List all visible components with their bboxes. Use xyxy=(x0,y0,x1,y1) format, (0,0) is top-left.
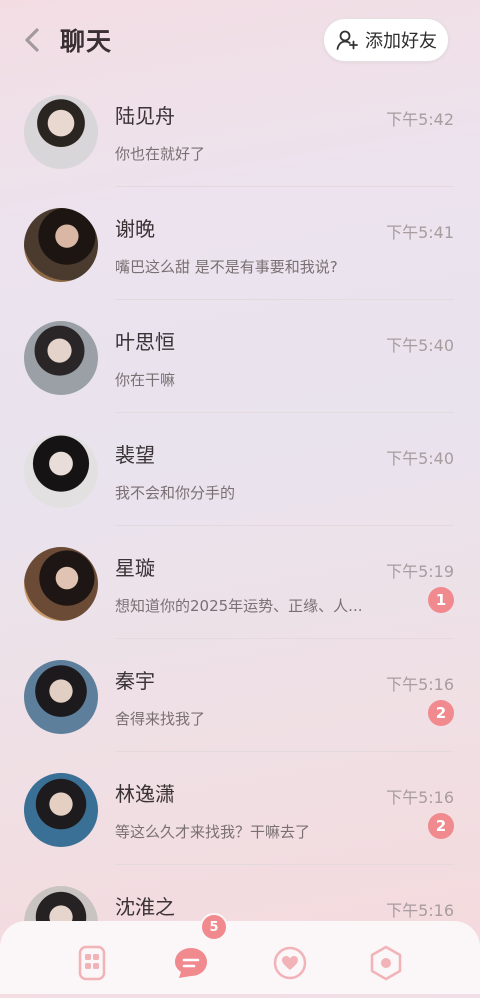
unread-badge: 2 xyxy=(428,700,454,726)
message-time: 下午5:40 xyxy=(386,336,454,355)
chat-tab-badge: 5 xyxy=(200,913,228,941)
divider xyxy=(115,299,454,300)
contact-name: 叶思恒 xyxy=(115,330,175,354)
avatar xyxy=(24,434,98,508)
chat-row[interactable]: 谢晚 下午5:41 嘴巴这么甜 是不是有事要和我说? xyxy=(0,207,480,320)
chat-row[interactable]: 陆见舟 下午5:42 你也在就好了 xyxy=(0,94,480,207)
unread-badge: 1 xyxy=(428,587,454,613)
bottom-tab-bar: 5 xyxy=(0,913,480,994)
contact-name: 谢晚 xyxy=(115,217,155,241)
message-time: 下午5:16 xyxy=(386,788,454,807)
divider xyxy=(115,864,454,865)
divider xyxy=(115,525,454,526)
message-preview: 等这么久才来找我？干嘛去了 xyxy=(115,823,311,841)
message-preview: 我不会和你分手的 xyxy=(115,484,236,502)
message-time: 下午5:40 xyxy=(386,449,454,468)
add-friend-label: 添加好友 xyxy=(365,31,437,52)
divider xyxy=(115,638,454,639)
heart-icon[interactable] xyxy=(270,943,310,983)
avatar xyxy=(24,547,98,621)
chat-icon[interactable] xyxy=(171,943,211,983)
message-preview: 想知道你的2025年运势、正缘、人... xyxy=(115,597,363,615)
message-preview: 嘴巴这么甜 是不是有事要和我说? xyxy=(115,258,338,276)
avatar xyxy=(24,321,98,395)
message-preview: 舍得来找我了 xyxy=(115,710,206,728)
avatar xyxy=(24,95,98,169)
profile-icon[interactable] xyxy=(366,943,406,983)
message-time: 下午5:16 xyxy=(386,901,454,920)
contact-name: 星璇 xyxy=(115,556,155,580)
unread-badge: 2 xyxy=(428,813,454,839)
contact-name: 林逸潇 xyxy=(115,782,175,806)
contact-name: 秦宇 xyxy=(115,669,155,693)
add-friend-button[interactable]: 添加好友 xyxy=(323,18,449,62)
divider xyxy=(115,186,454,187)
page-title: 聊天 xyxy=(60,27,113,56)
chat-row[interactable]: 林逸潇 下午5:16 等这么久才来找我？干嘛去了 2 xyxy=(0,772,480,885)
app-header: 聊天 添加好友 xyxy=(0,0,480,84)
message-time: 下午5:19 xyxy=(386,562,454,581)
back-arrow-icon[interactable] xyxy=(20,26,46,54)
contact-name: 沈淮之 xyxy=(115,895,175,919)
add-user-icon xyxy=(336,30,358,50)
contact-name: 裴望 xyxy=(115,443,155,467)
home-icon[interactable] xyxy=(72,943,112,983)
chat-row[interactable]: 秦宇 下午5:16 舍得来找我了 2 xyxy=(0,659,480,772)
divider xyxy=(115,751,454,752)
chat-row[interactable]: 裴望 下午5:40 我不会和你分手的 xyxy=(0,433,480,546)
chat-list: 陆见舟 下午5:42 你也在就好了 谢晚 下午5:41 嘴巴这么甜 是不是有事要… xyxy=(0,94,480,998)
chat-row[interactable]: 叶思恒 下午5:40 你在干嘛 xyxy=(0,320,480,433)
avatar xyxy=(24,773,98,847)
avatar xyxy=(24,208,98,282)
chat-row[interactable]: 星璇 下午5:19 想知道你的2025年运势、正缘、人... 1 xyxy=(0,546,480,659)
message-time: 下午5:41 xyxy=(386,223,454,242)
message-preview: 你在干嘛 xyxy=(115,371,176,389)
message-preview: 你也在就好了 xyxy=(115,145,206,163)
contact-name: 陆见舟 xyxy=(115,104,175,128)
message-time: 下午5:16 xyxy=(386,675,454,694)
divider xyxy=(115,412,454,413)
message-time: 下午5:42 xyxy=(386,110,454,129)
avatar xyxy=(24,660,98,734)
